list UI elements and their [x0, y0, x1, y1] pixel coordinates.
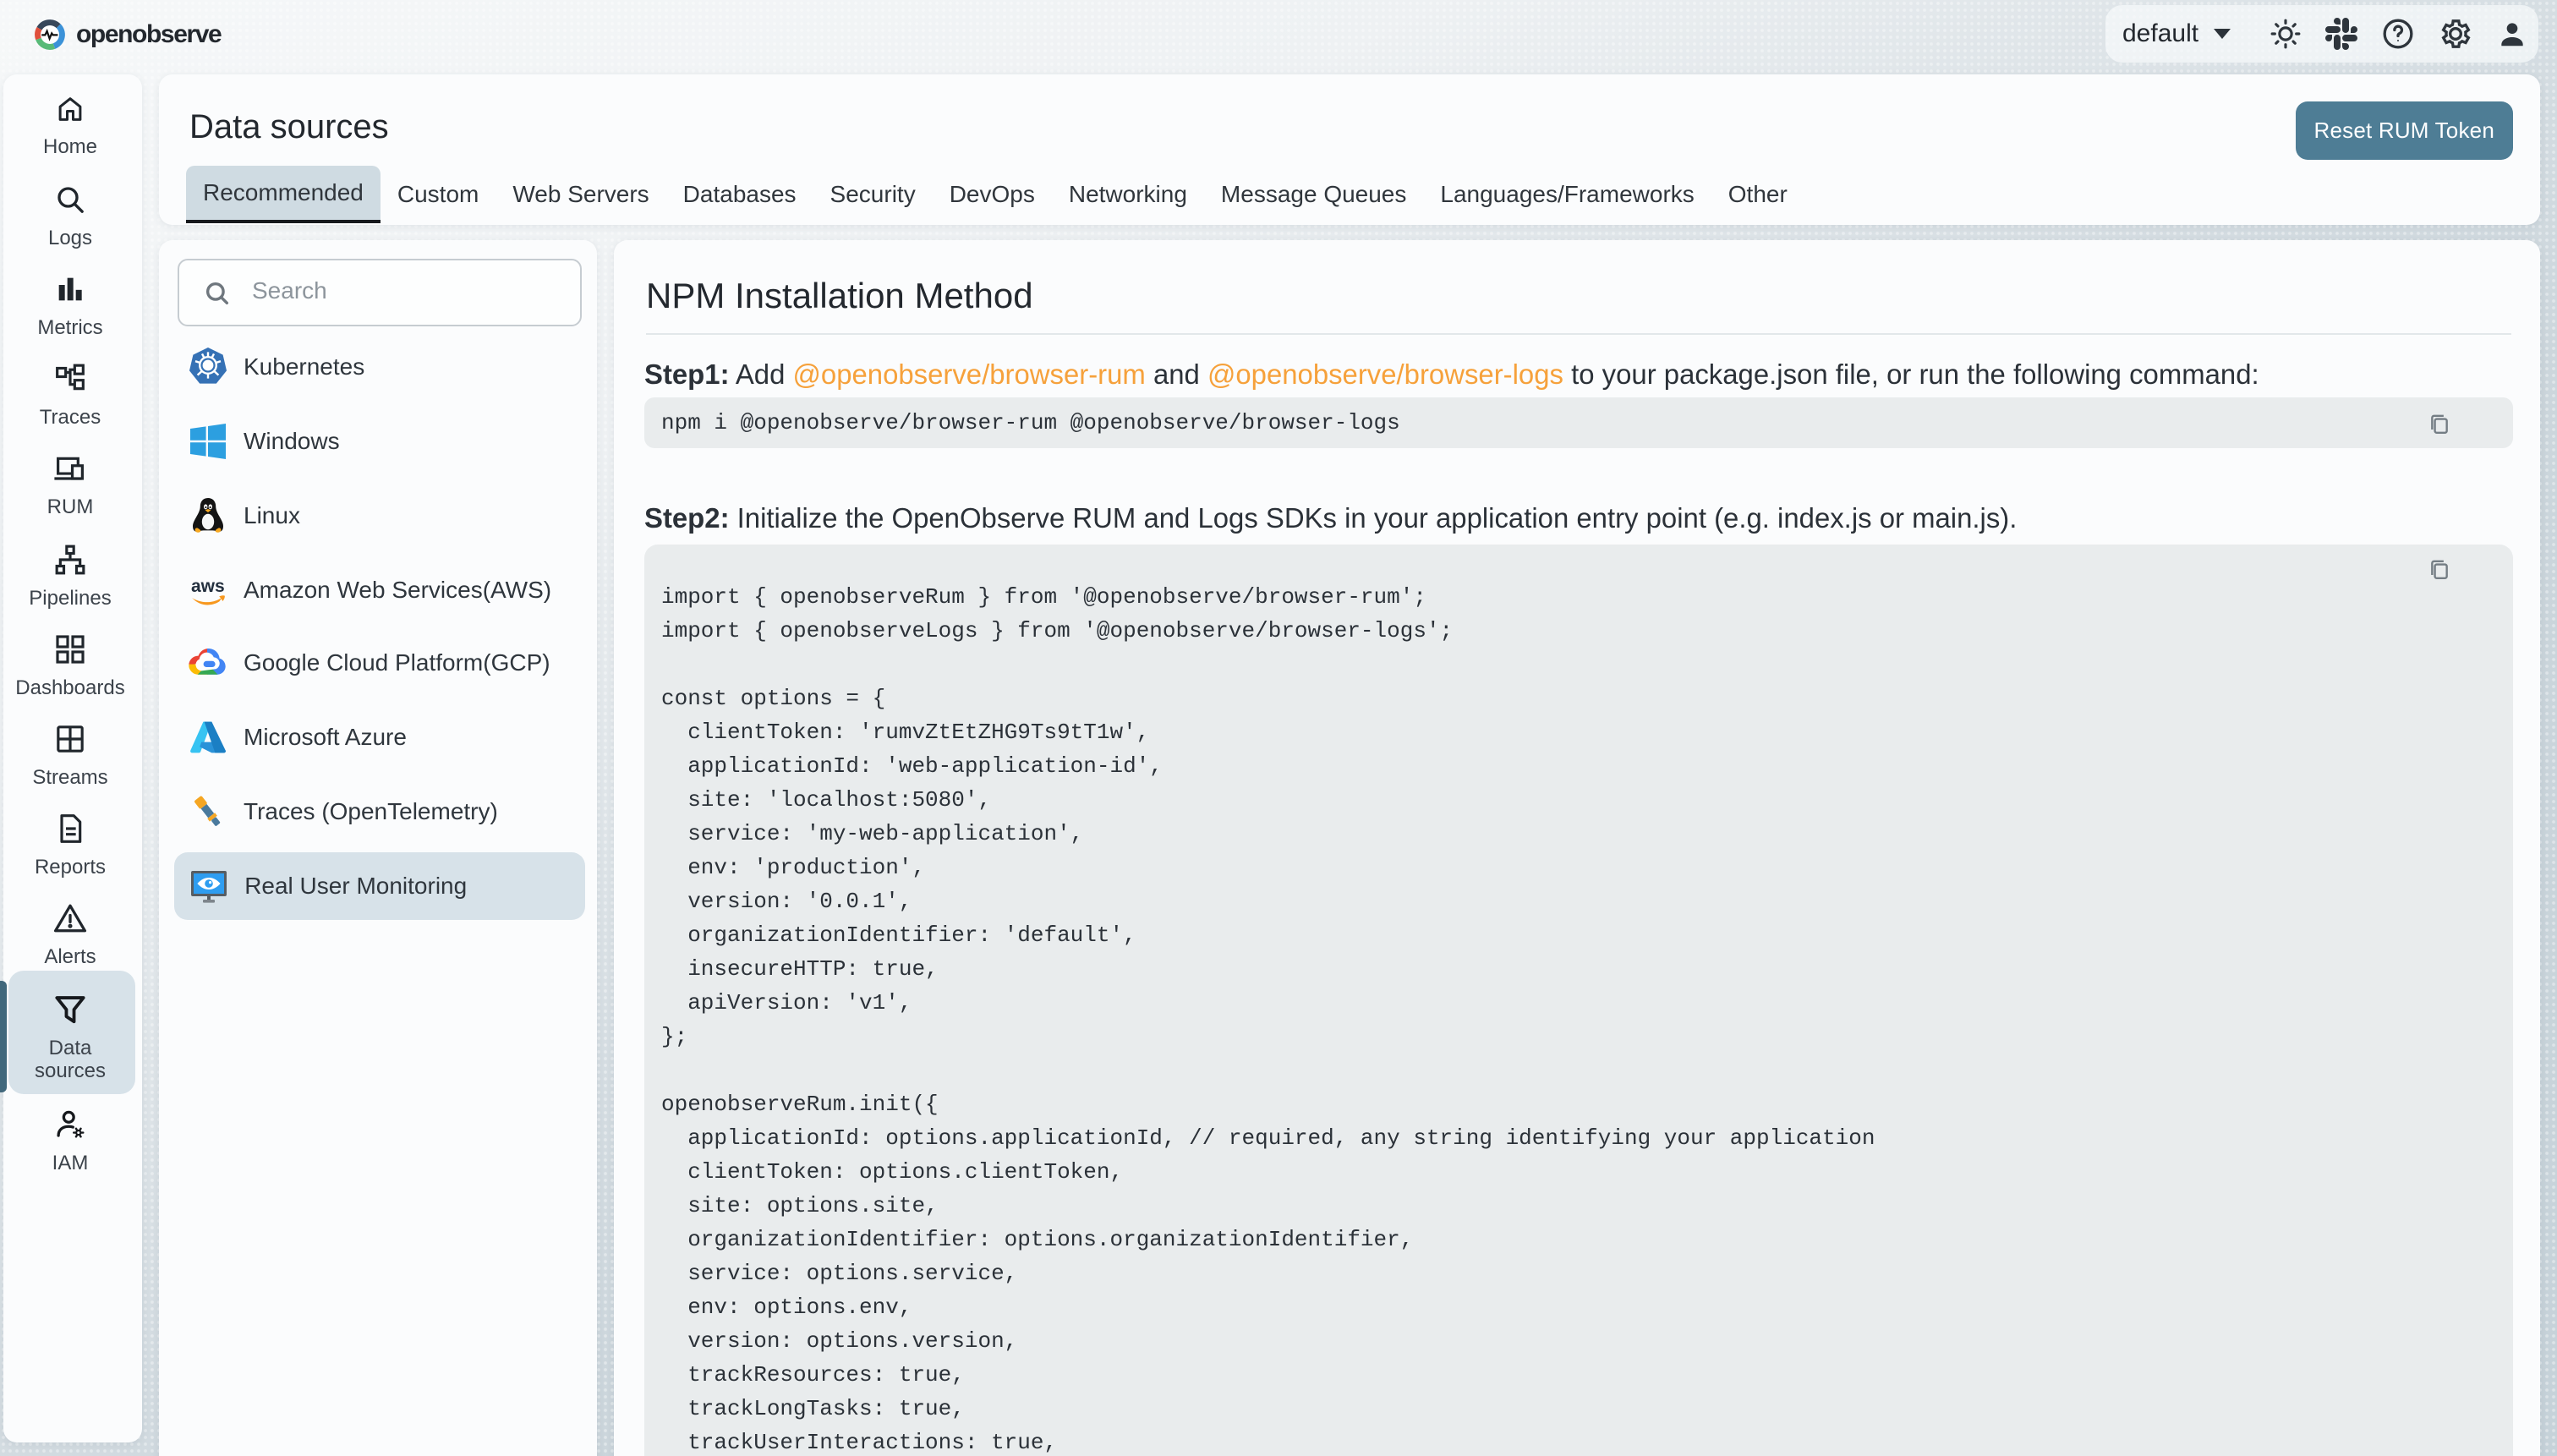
svg-text:aws: aws — [191, 577, 225, 596]
